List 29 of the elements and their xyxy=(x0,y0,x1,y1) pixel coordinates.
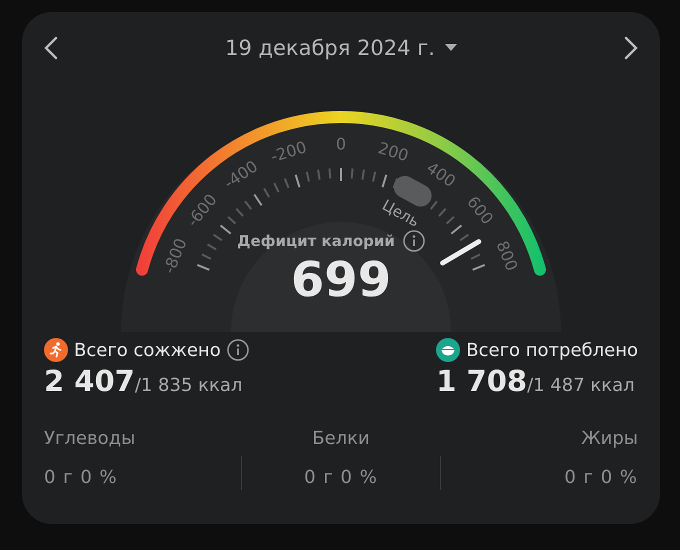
total-value: 2 407 xyxy=(44,364,135,398)
date-label[interactable]: 19 декабря 2024 г. xyxy=(225,36,435,60)
total-title: Всего сожжено xyxy=(74,340,221,360)
scale-label: 0 xyxy=(336,134,346,154)
scale-label: -400 xyxy=(220,156,262,193)
macro-name: Углеводы xyxy=(44,428,136,449)
macro-value: 0 г 0 % xyxy=(304,467,378,488)
macro-value: 0 г 0 % xyxy=(44,467,118,488)
scale-label: -200 xyxy=(268,137,309,166)
gauge-needle xyxy=(440,239,482,266)
macro-name: Белки xyxy=(312,428,370,449)
chevron-right-icon[interactable] xyxy=(624,36,638,60)
info-icon[interactable] xyxy=(226,339,249,361)
scale-label: 600 xyxy=(463,192,498,228)
scale-label: -800 xyxy=(159,236,191,276)
scale-label: 800 xyxy=(492,238,522,274)
chevron-left-icon[interactable] xyxy=(44,36,58,60)
scale-label: 200 xyxy=(376,138,411,166)
total-value: 1 708 xyxy=(436,364,528,398)
scale-label: 400 xyxy=(423,158,460,191)
total-title: Всего потреблено xyxy=(466,340,638,360)
deficit-label: Дефицит калорий xyxy=(237,232,395,250)
macro-name: Жиры xyxy=(581,428,638,449)
total-target: /1 487 ккал xyxy=(527,375,635,396)
macro-value: 0 г 0 % xyxy=(564,467,638,488)
total-target: /1 835 ккал xyxy=(134,375,242,396)
dropdown-caret-icon[interactable] xyxy=(444,44,457,52)
info-icon[interactable] xyxy=(402,230,425,252)
deficit-value: 699 xyxy=(290,252,392,308)
